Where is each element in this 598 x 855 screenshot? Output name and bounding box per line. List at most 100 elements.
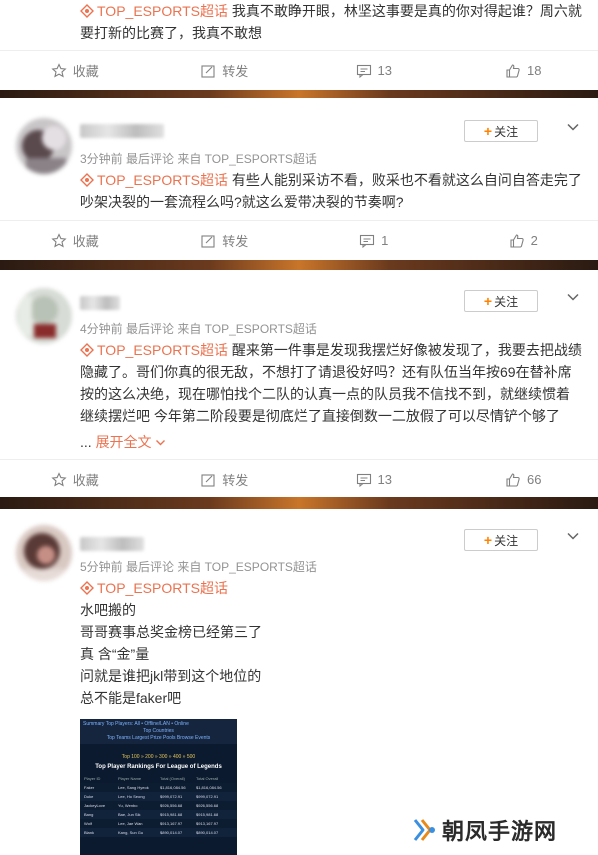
follow-label: 关注 — [494, 294, 519, 309]
plus-icon: + — [483, 532, 493, 548]
star-icon — [51, 62, 67, 78]
comment-count: 13 — [377, 472, 392, 487]
comment-button[interactable]: 1 — [299, 221, 449, 260]
star-icon — [51, 471, 67, 487]
favorite-button[interactable]: 收藏 — [0, 51, 150, 90]
image-nav-3: Top Teams Largest Prize Pools Browse Eve… — [106, 735, 211, 741]
background-band — [0, 260, 598, 270]
post-text: TOP_ESPORTS超话 有些人能别采访不看，败采也不看就这么自问自答走完了吵… — [80, 172, 582, 210]
image-table-cell: Wolf — [84, 821, 92, 826]
action-bar: 收藏 转发 13 66 — [0, 459, 598, 499]
comment-count: 13 — [377, 63, 392, 78]
topic-link[interactable]: TOP_ESPORTS超话 — [80, 342, 228, 358]
image-table-cell: Duke — [84, 794, 94, 799]
text-line: 总不能是faker吧 — [80, 690, 182, 706]
username-blurred[interactable] — [80, 537, 144, 551]
image-table-cell: $890,014.07 — [160, 830, 183, 835]
comment-icon — [356, 473, 371, 487]
post-meta: 4分钟前 最后评论 来自 TOP_ESPORTS超话 — [80, 322, 317, 336]
image-table-cell: Faker — [84, 785, 95, 790]
thumbs-up-icon — [510, 233, 524, 248]
topic-link[interactable]: TOP_ESPORTS超话 — [80, 3, 228, 19]
repost-label: 转发 — [222, 234, 249, 249]
text-line: 哥哥赛事总奖金榜已经第三了 — [80, 624, 262, 640]
post-meta: 3分钟前 最后评论 来自 TOP_ESPORTS超话 — [80, 152, 317, 166]
image-table-cell: $913,167.97 — [196, 821, 219, 826]
watermark: 朝凤手游网 — [410, 815, 557, 845]
embedded-image[interactable]: Summary Top Players: All • Offline/LAN •… — [80, 719, 237, 855]
image-pager: Top 100 » 200 » 300 » 400 » 500 — [121, 754, 196, 760]
like-button[interactable]: 66 — [449, 460, 598, 499]
post-card-3: + 关注 4分钟前 最后评论 来自 TOP_ESPORTS超话 TOP_ESPOR… — [0, 270, 598, 497]
favorite-button[interactable]: 收藏 — [0, 460, 150, 499]
follow-button[interactable]: + 关注 — [464, 290, 538, 312]
comment-count: 1 — [381, 233, 389, 248]
chevron-down-icon[interactable] — [566, 120, 580, 134]
post-text: TOP_ESPORTS超话 醒来第一件事是发现我摆烂好像被发现了，我要去把战绩隐… — [80, 342, 582, 424]
post-text: TOP_ESPORTS超话 水吧搬的 哥哥赛事总奖金榜已经第三了 真 含“金”量… — [80, 577, 582, 709]
like-button[interactable]: 18 — [449, 51, 598, 90]
avatar[interactable] — [16, 118, 72, 174]
image-table-cell: $926,556.68 — [196, 803, 219, 808]
image-table-cell: Blank — [84, 830, 95, 835]
plus-icon: + — [483, 293, 493, 309]
text-line: 水吧搬的 — [80, 602, 136, 618]
topic-link[interactable]: TOP_ESPORTS超话 — [80, 580, 228, 596]
expand-row: ... 展开全文 — [80, 431, 582, 453]
col-header: Total Overall — [196, 776, 219, 781]
image-table-row: Wolf Lee, Jae Wan $913,167.97 $913,167.97 — [80, 819, 237, 828]
follow-button[interactable]: + 关注 — [464, 120, 538, 142]
chevron-down-icon[interactable] — [566, 290, 580, 304]
favorite-button[interactable]: 收藏 — [0, 221, 150, 260]
like-count: 2 — [530, 233, 538, 248]
image-heading: Top Player Rankings For League of Legend… — [95, 764, 222, 770]
text-line: 真 含“金”量 — [80, 646, 150, 662]
post-meta: 5分钟前 最后评论 来自 TOP_ESPORTS超话 — [80, 560, 317, 574]
repost-icon — [201, 473, 215, 487]
image-table: Faker Lee, Sang Hyeok $1,816,084.56 $1,816,… — [80, 783, 237, 837]
image-table-cell: Lee, Ho Seong — [118, 794, 145, 799]
comment-button[interactable]: 13 — [299, 51, 449, 90]
image-nav-2: Top Countries — [143, 728, 174, 734]
avatar[interactable] — [16, 288, 72, 344]
expand-full-text-link[interactable]: 展开全文 — [96, 434, 167, 450]
image-table-row: Bang Bae, Jun Sik $915,981.68 $915,981.68 — [80, 810, 237, 819]
favorite-label: 收藏 — [72, 234, 99, 249]
repost-button[interactable]: 转发 — [150, 221, 300, 260]
image-table-cell: Lee, Jae Wan — [118, 821, 143, 826]
follow-label: 关注 — [494, 124, 519, 139]
like-count: 66 — [527, 472, 542, 487]
topic-link[interactable]: TOP_ESPORTS超话 — [80, 172, 228, 188]
post-card-2: + 关注 3分钟前 最后评论 来自 TOP_ESPORTS超话 TOP_ESPOR… — [0, 98, 598, 260]
username-blurred[interactable] — [80, 124, 164, 138]
image-table-row: Duke Lee, Ho Seong $999,072.91 $999,072.91 — [80, 792, 237, 801]
repost-icon — [201, 64, 215, 78]
repost-label: 转发 — [222, 473, 249, 488]
thumbs-up-icon — [506, 472, 520, 487]
image-table-cell: $913,167.97 — [160, 821, 183, 826]
image-table-cell: $999,072.91 — [160, 794, 183, 799]
follow-button[interactable]: + 关注 — [464, 529, 538, 551]
repost-icon — [201, 234, 215, 248]
text-line: 问就是谁把jkl带到这个地位的 — [80, 668, 262, 684]
image-nav: Summary Top Players: All • Offline/LAN •… — [83, 721, 189, 727]
image-table-row: JackeyLove Yu, Wenbo $926,556.68 $926,556.6… — [80, 801, 237, 810]
topic-icon — [80, 581, 94, 595]
comment-button[interactable]: 13 — [299, 460, 449, 499]
repost-button[interactable]: 转发 — [150, 51, 300, 90]
image-table-cell: $890,014.07 — [196, 830, 219, 835]
image-table-row: Blank Kang, Sun Gu $890,014.07 $890,014.07 — [80, 828, 237, 837]
chevron-down-icon[interactable] — [566, 529, 580, 543]
repost-button[interactable]: 转发 — [150, 460, 300, 499]
like-button[interactable]: 2 — [449, 221, 598, 260]
post-card-4: + 关注 5分钟前 最后评论 来自 TOP_ESPORTS超话 TOP_ESPOR… — [0, 509, 598, 855]
background-band — [0, 497, 598, 509]
logo-icon — [413, 819, 435, 841]
image-table-row: Faker Lee, Sang Hyeok $1,816,084.56 $1,816,… — [80, 783, 237, 792]
avatar[interactable] — [16, 525, 72, 581]
username-blurred[interactable] — [80, 296, 120, 310]
image-table-cell: Bae, Jun Sik — [118, 812, 141, 817]
image-table-cell: JackeyLove — [84, 803, 106, 808]
image-table-cell: $1,816,084.56 — [196, 785, 222, 790]
favorite-label: 收藏 — [72, 473, 99, 488]
